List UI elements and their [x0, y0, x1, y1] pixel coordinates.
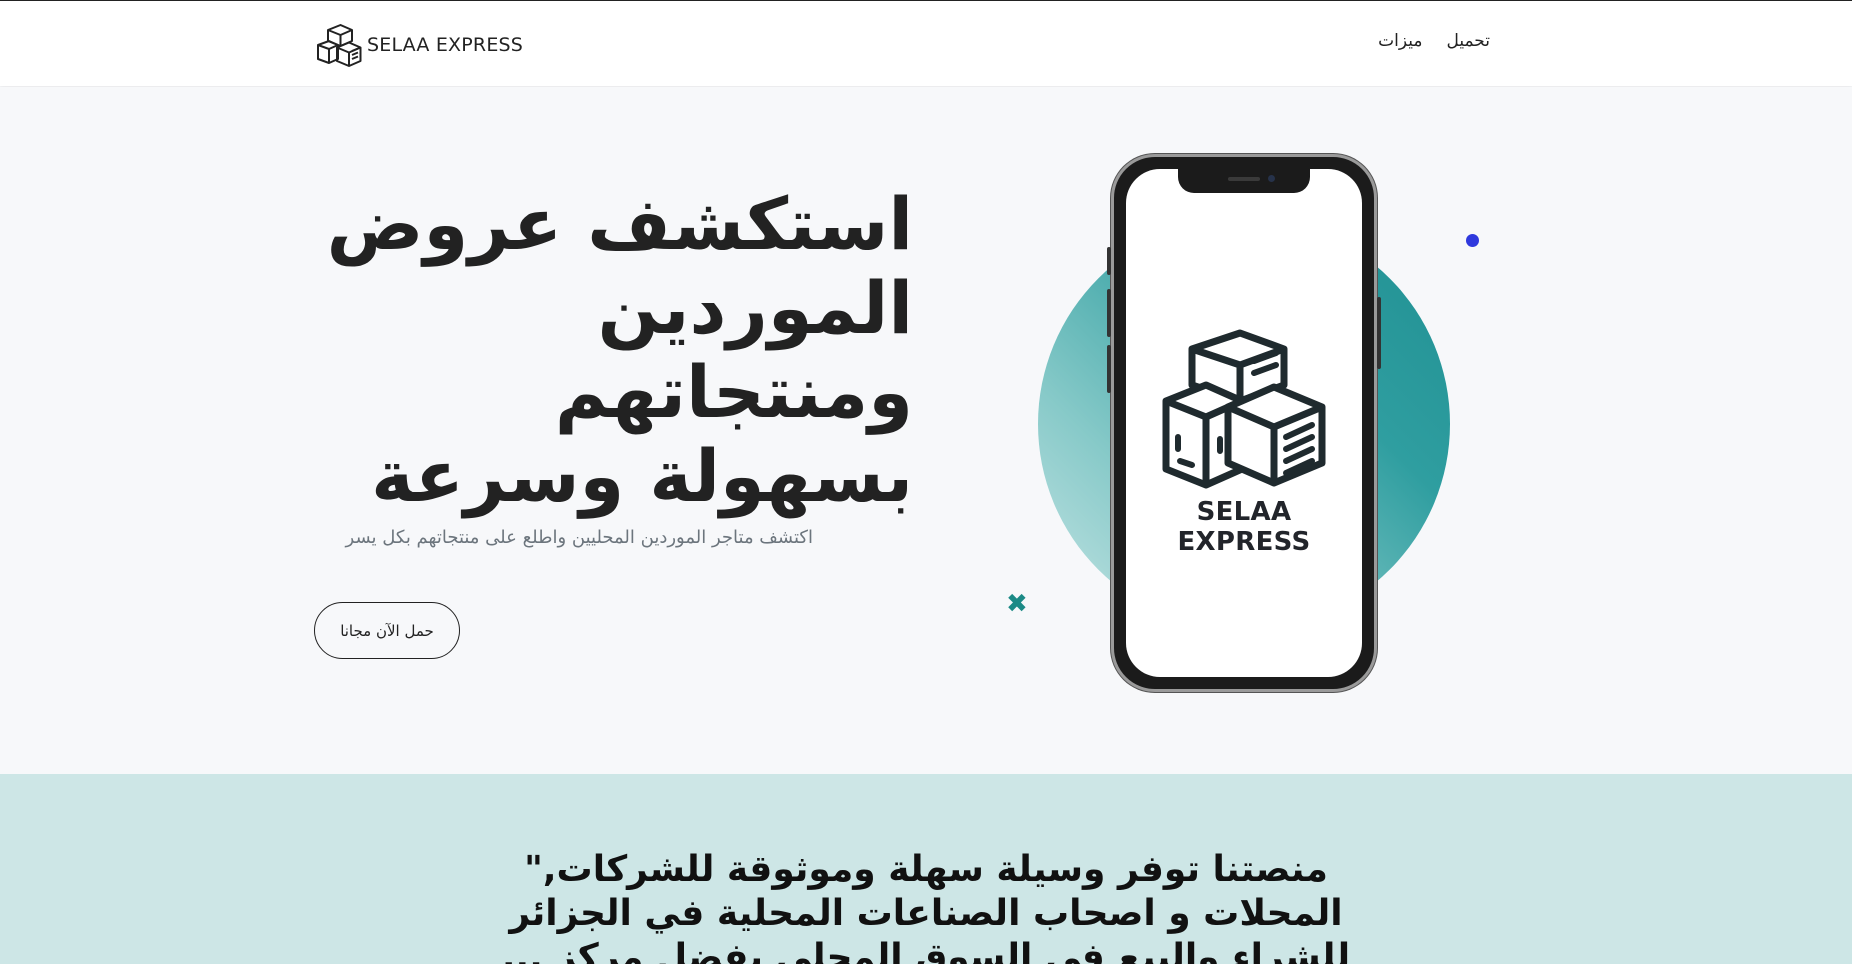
boxes-icon: [317, 24, 362, 67]
nav-links: تحميل ميزات: [1378, 31, 1490, 51]
brand-name: SELAA EXPRESS: [367, 34, 524, 56]
navbar: SELAA EXPRESS تحميل ميزات: [0, 0, 1852, 86]
speaker-icon: [1228, 177, 1260, 181]
download-free-button[interactable]: حمل الآن مجانا: [314, 602, 460, 659]
phone-screen: SELAA EXPRESS: [1126, 169, 1362, 677]
phone-side-button: [1107, 345, 1111, 393]
brand-link[interactable]: SELAA EXPRESS: [313, 19, 523, 71]
phone-mockup: SELAA EXPRESS: [1107, 154, 1381, 692]
dot-icon: [1466, 234, 1479, 247]
phone-notch: [1178, 169, 1310, 193]
hero-section: استكشف عروض الموردين ومنتجاتهم بسهولة وس…: [0, 87, 1852, 774]
mission-text: منصتنا توفر وسيلة سهلة وموثوقة للشركات,"…: [501, 849, 1351, 964]
hero-subtitle: اكتشف متاجر الموردين المحليين واطلع على …: [345, 527, 813, 548]
x-mark-icon: ✖: [1006, 589, 1028, 619]
app-name: SELAA EXPRESS: [1177, 497, 1311, 557]
hero-title: استكشف عروض الموردين ومنتجاتهم بسهولة وس…: [326, 182, 913, 518]
nav-link-download[interactable]: تحميل: [1446, 31, 1490, 51]
phone-side-button: [1377, 297, 1381, 369]
nav-link-features[interactable]: ميزات: [1378, 31, 1422, 51]
app-boxes-icon: [1162, 329, 1326, 489]
mission-section: منصتنا توفر وسيلة سهلة وموثوقة للشركات,"…: [0, 774, 1852, 964]
phone-side-button: [1107, 247, 1111, 275]
phone-side-button: [1107, 289, 1111, 337]
camera-icon: [1268, 175, 1275, 182]
